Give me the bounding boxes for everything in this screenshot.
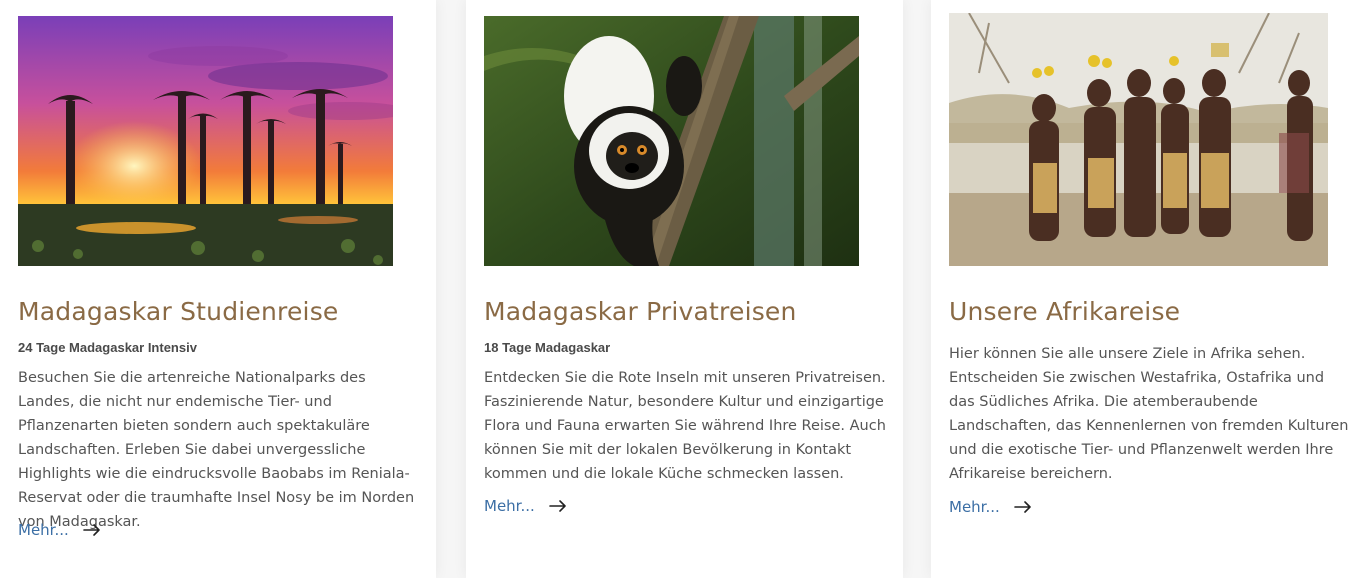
arrow-right-icon [1013, 501, 1031, 513]
baobab-sunset-image[interactable] [18, 16, 393, 266]
card-subtitle: 24 Tage Madagaskar Intensiv [18, 340, 197, 355]
more-link[interactable]: Mehr... [18, 521, 101, 539]
more-link-label: Mehr... [484, 497, 535, 515]
tour-card-studienreise: Madagaskar Studienreise 24 Tage Madagask… [0, 0, 436, 578]
card-description: Entdecken Sie die Rote Inseln mit unsere… [484, 370, 886, 482]
card-title[interactable]: Unsere Afrikareise [949, 297, 1180, 326]
card-title[interactable]: Madagaskar Studienreise [18, 297, 339, 326]
tour-card-privatreisen: Madagaskar Privatreisen 18 Tage Madagask… [466, 0, 903, 578]
lemur-image[interactable] [484, 16, 859, 266]
more-link-label: Mehr... [18, 521, 69, 539]
tour-card-afrikareise: Unsere Afrikareise Hier können Sie alle … [931, 0, 1368, 578]
card-description: Hier können Sie alle unsere Ziele in Afr… [949, 346, 1349, 482]
card-description: Besuchen Sie die artenreiche Nationalpar… [18, 370, 415, 530]
more-link[interactable]: Mehr... [484, 497, 567, 515]
arrow-right-icon [82, 524, 100, 536]
card-subtitle: 18 Tage Madagaskar [484, 340, 611, 355]
arrow-right-icon [548, 500, 566, 512]
card-title[interactable]: Madagaskar Privatreisen [484, 297, 797, 326]
more-link-label: Mehr... [949, 498, 1000, 516]
more-link[interactable]: Mehr... [949, 498, 1032, 516]
african-tribe-image[interactable] [949, 13, 1328, 266]
